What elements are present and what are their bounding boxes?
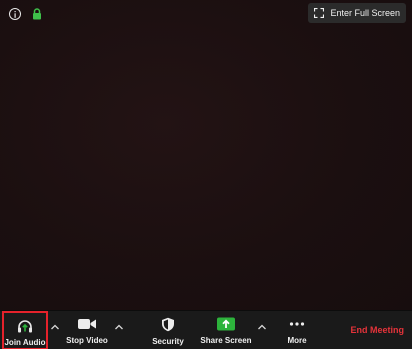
share-screen-label: Share Screen — [200, 336, 252, 345]
meeting-window: Enter Full Screen Join Audio Stop Video — [0, 0, 412, 349]
security-label: Security — [152, 337, 184, 346]
share-screen-button[interactable]: Share Screen — [199, 311, 253, 349]
share-screen-icon — [217, 317, 235, 331]
share-options-chevron-up-icon[interactable] — [257, 323, 267, 331]
video-camera-icon — [78, 319, 96, 329]
stop-video-button[interactable]: Stop Video — [64, 311, 110, 349]
lock-icon[interactable] — [32, 8, 42, 20]
shield-icon — [162, 317, 174, 332]
stop-video-label: Stop Video — [66, 336, 108, 345]
meeting-toolbar: Join Audio Stop Video Security Share Scr… — [0, 310, 412, 349]
video-options-chevron-up-icon[interactable] — [114, 323, 124, 331]
enter-full-screen-button[interactable]: Enter Full Screen — [308, 3, 406, 23]
more-label: More — [287, 336, 307, 345]
security-button[interactable]: Security — [148, 311, 188, 349]
meeting-status-icons — [9, 8, 42, 20]
join-audio-label: Join Audio — [4, 338, 46, 347]
fullscreen-icon — [314, 8, 325, 18]
audio-options-chevron-up-icon[interactable] — [50, 323, 60, 331]
video-area — [0, 0, 412, 310]
more-dots-icon — [289, 322, 305, 326]
more-button[interactable]: More — [280, 311, 314, 349]
enter-full-screen-label: Enter Full Screen — [330, 8, 400, 18]
join-audio-button[interactable]: Join Audio — [2, 311, 48, 349]
info-icon[interactable] — [9, 8, 21, 20]
headphones-icon — [18, 320, 32, 333]
end-meeting-button[interactable]: End Meeting — [351, 325, 405, 335]
